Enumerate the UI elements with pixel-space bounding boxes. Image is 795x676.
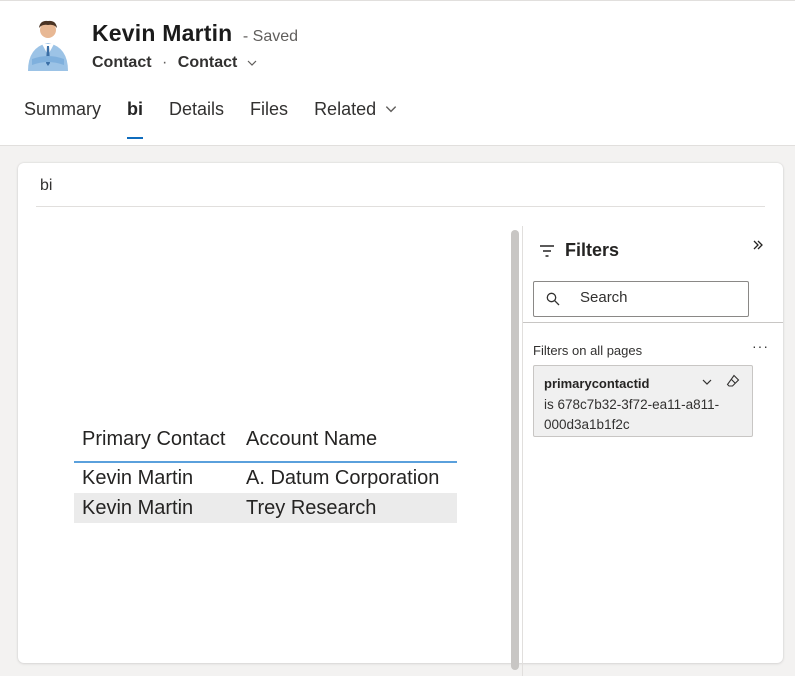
bi-section-card: bi Primary Contact Account Name Kevin Ma… — [18, 163, 783, 676]
table-cell: Kevin Martin — [82, 466, 194, 489]
tab-files[interactable]: Files — [250, 99, 288, 139]
section-divider — [36, 206, 765, 207]
tab-related[interactable]: Related — [314, 99, 398, 139]
table-cell: Trey Research — [246, 496, 377, 519]
tab-details[interactable]: Details — [169, 99, 224, 139]
tab-summary[interactable]: Summary — [24, 99, 101, 139]
save-status: - Saved — [242, 28, 299, 45]
clear-filter-icon[interactable] — [726, 374, 740, 388]
filter-search-input[interactable] — [580, 289, 740, 306]
tab-bi[interactable]: bi — [127, 99, 144, 139]
avatar — [28, 20, 68, 71]
column-header-primary-contact[interactable]: Primary Contact — [74, 428, 246, 451]
table-cell: Kevin Martin — [82, 496, 194, 519]
filters-title: Filters — [565, 240, 620, 260]
chevron-down-icon — [385, 105, 397, 113]
search-icon — [546, 292, 560, 306]
form-name: Contact — [177, 54, 238, 71]
record-header: Kevin Martin - Saved Contact · Contact S… — [0, 1, 795, 146]
record-title: Kevin Martin - Saved — [92, 20, 298, 47]
filters-divider — [523, 322, 783, 323]
filter-value: is 678c7b32-3f72-ea11-a811-000d3a1b1f2c — [544, 397, 720, 432]
column-header-account-name[interactable]: Account Name — [246, 428, 457, 451]
table-header: Primary Contact Account Name — [74, 418, 457, 463]
record-name: Kevin Martin — [92, 20, 233, 46]
table-row[interactable]: Kevin Martin Trey Research — [74, 493, 457, 523]
collapse-pane-icon[interactable] — [751, 238, 765, 252]
separator-dot: · — [162, 54, 168, 71]
entity-name: Contact — [92, 54, 152, 71]
form-selector[interactable]: Contact — [178, 54, 258, 71]
filters-header: Filters — [539, 240, 619, 261]
chevron-down-icon — [247, 60, 257, 66]
section-title: bi — [40, 177, 53, 194]
table-row[interactable]: Kevin Martin A. Datum Corporation — [74, 463, 457, 493]
table-cell: A. Datum Corporation — [246, 466, 440, 489]
filters-on-all-pages-label: Filters on all pages — [533, 343, 643, 358]
report-table: Primary Contact Account Name Kevin Marti… — [74, 418, 457, 523]
filters-pane: Filters Filters on all pages ··· primary… — [523, 226, 783, 676]
record-subtitle: Contact · Contact — [92, 54, 258, 72]
filter-card[interactable]: primarycontactid is 678c7b32-3f72-ea11-a… — [533, 365, 753, 437]
filter-field-name: primarycontactid — [544, 376, 650, 391]
filter-icon — [540, 244, 554, 257]
filter-search-box[interactable] — [533, 281, 749, 317]
more-options-icon[interactable]: ··· — [752, 338, 769, 354]
chevron-down-icon[interactable] — [701, 376, 713, 388]
report-scrollbar[interactable] — [511, 230, 519, 670]
tab-list: Summary bi Details Files Related — [24, 99, 424, 139]
